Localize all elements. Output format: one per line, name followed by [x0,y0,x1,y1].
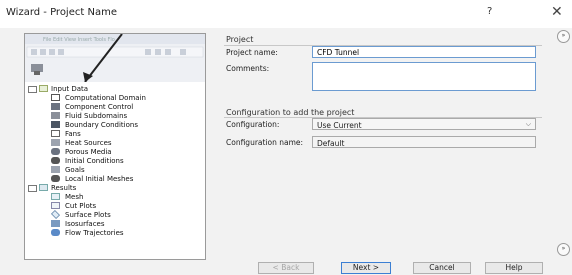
trajectory-icon [51,229,60,236]
cancel-button[interactable]: Cancel [413,262,471,274]
tree-isosurfaces[interactable]: Isosurfaces [65,220,105,229]
configuration-section-label: Configuration to add the project [226,108,355,117]
preview-panel: File Edit View Insert Tools Flo Input Da… [24,33,206,260]
tree-cut-plots[interactable]: Cut Plots [65,202,96,211]
fan-icon [51,130,60,137]
tree-component-control[interactable]: Component Control [65,103,133,112]
boundary-icon [51,121,60,128]
svg-text:File Edit View Insert Tool: File Edit View Insert Tools Flo [43,37,115,43]
configuration-name-field[interactable]: Default [312,136,536,148]
help-icon[interactable]: ? [487,6,492,17]
fluid-icon [51,112,60,119]
isosurface-icon [51,220,60,227]
tree-boundary-conditions[interactable]: Boundary Conditions [65,121,138,130]
tree-porous-media[interactable]: Porous Media [65,148,112,157]
configuration-select-value: Use Current [317,121,362,130]
solidworks-preview-image: File Edit View Insert Tools Flo [25,34,205,83]
tree-fluid-subdomains[interactable]: Fluid Subdomains [65,112,127,121]
initial-icon [51,157,60,164]
configuration-label: Configuration: [226,120,280,129]
configuration-select[interactable]: Use Current ⌵ [312,118,536,130]
back-button[interactable]: < Back [258,262,314,274]
comments-input[interactable] [312,62,536,91]
title-bar: Wizard - Project Name ? ✕ [0,0,572,28]
collapse-results-icon[interactable] [28,185,37,192]
configuration-name-value: Default [317,139,345,148]
tree-local-initial-meshes[interactable]: Local Initial Meshes [65,175,133,184]
tree-fans[interactable]: Fans [65,130,81,139]
tree-surface-plots[interactable]: Surface Plots [65,211,111,220]
tree-flow-trajectories[interactable]: Flow Trajectories [65,229,124,238]
mesh-icon [51,193,60,200]
tree-input-data[interactable]: Input Data [51,85,88,94]
next-button[interactable]: Next > [341,262,391,274]
tree-computational-domain[interactable]: Computational Domain [65,94,146,103]
collapse-input-data-icon[interactable] [28,86,37,93]
window-title: Wizard - Project Name [6,7,117,18]
project-name-label: Project name: [226,48,278,57]
domain-icon [51,94,60,101]
project-section-label: Project [226,35,254,44]
tree-mesh[interactable]: Mesh [65,193,83,202]
surface-plot-icon [50,209,61,220]
menu-toolbar-preview: File Edit View Insert Tools Flo [25,34,205,83]
comments-label: Comments: [226,64,270,73]
porous-icon [51,148,60,155]
configuration-name-label: Configuration name: [226,138,304,147]
help-button[interactable]: Help [485,262,543,274]
expand-down-icon[interactable]: » [557,243,570,256]
tree-results[interactable]: Results [51,184,76,193]
cut-plot-icon [51,202,60,209]
project-name-input[interactable] [312,46,536,58]
close-icon[interactable]: ✕ [551,4,563,20]
goals-icon [51,166,60,173]
expand-up-icon[interactable]: » [557,30,570,43]
results-folder-icon [39,184,48,191]
component-icon [51,103,60,110]
folder-icon [39,85,48,92]
heat-icon [51,139,60,146]
tree-initial-conditions[interactable]: Initial Conditions [65,157,124,166]
tree-heat-sources[interactable]: Heat Sources [65,139,112,148]
tree-goals[interactable]: Goals [65,166,85,175]
mesh-local-icon [51,175,60,182]
chevron-down-icon[interactable]: ⌵ [526,120,531,129]
